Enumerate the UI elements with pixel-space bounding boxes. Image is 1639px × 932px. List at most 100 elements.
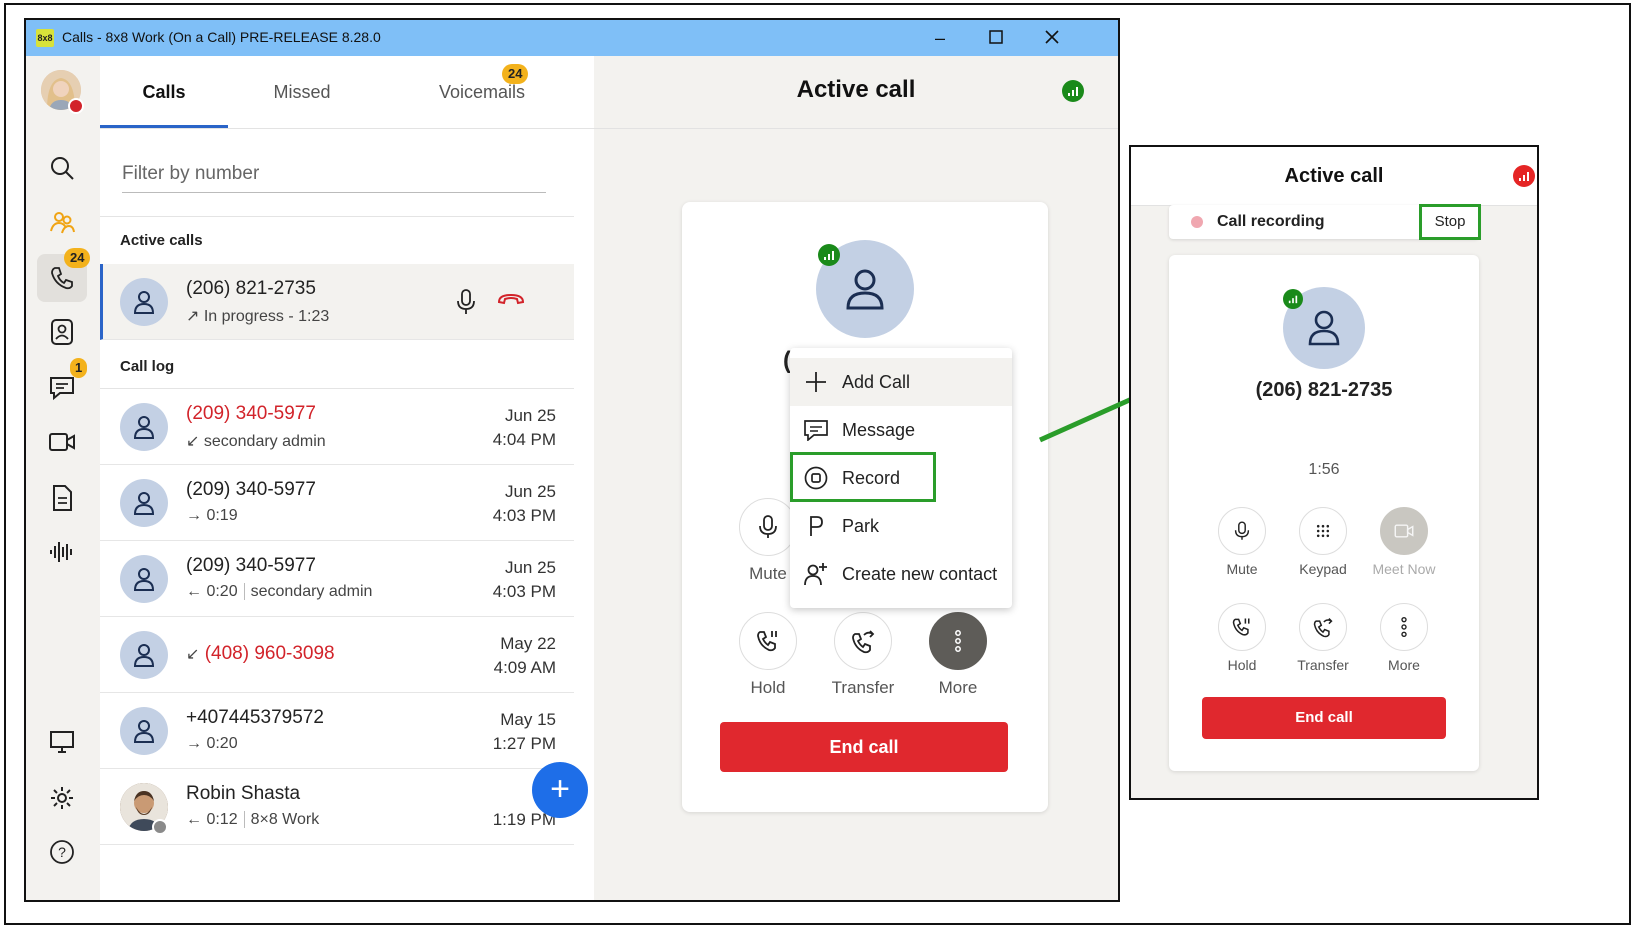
signal-icon	[1288, 295, 1298, 304]
hold-label: Hold	[750, 678, 786, 697]
call-date-time: 1:27 PM	[492, 734, 556, 753]
messages-badge: 1	[70, 358, 88, 378]
mic-icon	[759, 515, 777, 538]
call-status: ↗ In progress - 1:23	[186, 306, 329, 326]
call-detail: ← 0:20 secondary admin	[186, 583, 372, 601]
mute-button[interactable]	[1218, 507, 1266, 555]
maximize-icon	[989, 30, 1003, 44]
video-icon	[49, 433, 75, 451]
active-call-title: Active call	[796, 76, 916, 103]
signal-icon	[1519, 172, 1529, 181]
help-nav[interactable]: ?	[37, 828, 87, 876]
menu-item-message[interactable]: Message	[790, 406, 1012, 454]
menu-item-park[interactable]: Park	[790, 502, 1012, 550]
transfer-button[interactable]	[834, 612, 892, 670]
call-log-heading: Call log	[120, 358, 175, 375]
active-call-row[interactable]: (206) 821-2735 ↗ In progress - 1:23	[100, 264, 574, 340]
contact-avatar	[120, 631, 168, 679]
contacts-group-nav[interactable]	[37, 198, 87, 246]
voice-icon	[50, 542, 72, 562]
maximize-button[interactable]	[968, 20, 1024, 56]
desktop-icon	[50, 731, 74, 753]
call-date-day: May 15	[500, 710, 556, 729]
call-number: (209) 340-5977	[186, 555, 316, 576]
person-icon	[133, 720, 155, 743]
more-button[interactable]	[1380, 603, 1428, 651]
search-nav[interactable]	[37, 144, 87, 192]
call-date-day: May 22	[500, 634, 556, 653]
settings-nav[interactable]	[37, 774, 87, 822]
plus-icon	[806, 372, 826, 392]
mute-quick-button[interactable]	[455, 288, 477, 321]
meet-now-button[interactable]	[1380, 507, 1428, 555]
incoming-arrow-icon: ←	[186, 811, 202, 828]
zoom-header: Active call	[1131, 147, 1537, 206]
hold-button[interactable]	[1218, 603, 1266, 651]
search-icon	[51, 157, 74, 180]
close-icon	[1045, 30, 1059, 44]
call-detail-text: secondary admin	[250, 583, 373, 600]
end-call-button[interactable]: End call	[720, 722, 1008, 772]
filter-input[interactable]	[122, 156, 546, 193]
add-contact-icon	[804, 563, 827, 586]
call-log-row[interactable]: ↙ (408) 960-3098 May 22 4:09 AM	[100, 617, 574, 693]
call-quality-indicator[interactable]	[1062, 80, 1084, 102]
contact-avatar	[120, 278, 168, 326]
keypad-button[interactable]	[1299, 507, 1347, 555]
transfer-button[interactable]	[1299, 603, 1347, 651]
hangup-quick-button[interactable]	[497, 292, 525, 311]
more-label: More	[1388, 657, 1420, 673]
call-log-row[interactable]: (209) 340-5977 ← 0:20 secondary admin Jun…	[100, 541, 574, 617]
call-detail: ← 0:12 8×8 Work	[186, 811, 319, 829]
phone-icon	[51, 267, 73, 290]
person-icon	[1308, 310, 1340, 346]
tab-missed[interactable]: Missed	[250, 56, 354, 128]
menu-item-label: Add Call	[842, 371, 911, 392]
svg-text:?: ?	[58, 844, 66, 860]
outgoing-arrow-icon: ↗	[186, 308, 200, 325]
mute-label: Mute	[1226, 561, 1258, 577]
call-log-row[interactable]: +407445379572 → 0:20 May 15 1:27 PM	[100, 693, 574, 769]
end-call-button[interactable]: End call	[1202, 697, 1446, 739]
calls-list-panel: Calls Missed Voicemails 24 Active calls …	[100, 56, 618, 900]
voice-nav[interactable]	[37, 528, 87, 576]
new-call-fab[interactable]: +	[532, 762, 588, 818]
tab-voicemails[interactable]: Voicemails	[410, 56, 554, 128]
hangup-icon	[497, 293, 525, 305]
more-label: More	[938, 678, 978, 697]
call-quality-indicator[interactable]	[1513, 165, 1535, 187]
park-icon	[810, 516, 823, 536]
call-number: (209) 340-5977	[186, 403, 316, 424]
hold-icon	[757, 631, 777, 652]
divider	[100, 216, 574, 217]
active-call-header: Active call	[594, 56, 1118, 129]
gear-icon	[51, 787, 73, 809]
contact-card-nav[interactable]	[37, 308, 87, 356]
menu-item-add-call[interactable]: Add Call	[790, 358, 1012, 406]
close-button[interactable]	[1024, 20, 1080, 56]
hold-button[interactable]	[739, 612, 797, 670]
video-nav[interactable]	[37, 418, 87, 466]
mute-button[interactable]	[739, 498, 797, 556]
stop-recording-button[interactable]: Stop	[1419, 204, 1481, 240]
desktop-nav[interactable]	[37, 718, 87, 766]
menu-item-create-contact[interactable]: Create new contact	[790, 550, 1012, 598]
person-icon	[133, 568, 155, 591]
call-number: +407445379572	[186, 707, 324, 728]
more-button[interactable]	[929, 612, 987, 670]
call-date-time: 4:03 PM	[492, 582, 556, 601]
voicemails-badge: 24	[502, 64, 529, 84]
documents-nav[interactable]	[37, 474, 87, 522]
call-log-row[interactable]: (209) 340-5977 ↙ secondary admin Jun 25 4…	[100, 389, 574, 465]
title-bar: 8x8 Calls - 8x8 Work (On a Call) PRE-REL…	[26, 20, 1118, 56]
call-log-row[interactable]: (209) 340-5977 → 0:19 Jun 25 4:03 PM	[100, 465, 574, 541]
minimize-button[interactable]: –	[912, 20, 968, 56]
call-log-row[interactable]: Robin Shasta ← 0:12 8×8 Work 1:19 PM	[100, 769, 574, 845]
person-icon	[133, 291, 155, 314]
nav-rail: 24 1 ?	[26, 56, 100, 900]
missed-arrow-icon: ↙	[186, 646, 200, 663]
recording-label: Call recording	[1217, 213, 1325, 230]
presence-offline-dot	[152, 819, 168, 835]
tab-calls[interactable]: Calls	[100, 56, 228, 128]
call-date-time: 4:04 PM	[492, 430, 556, 449]
